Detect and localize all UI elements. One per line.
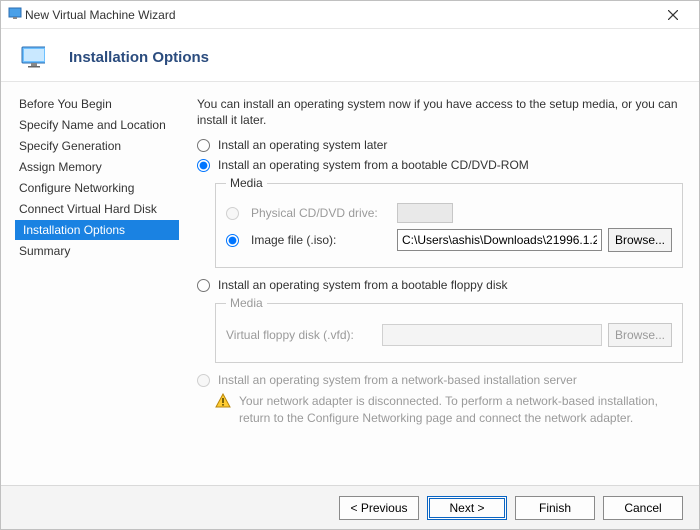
- network-warning-text: Your network adapter is disconnected. To…: [239, 393, 683, 425]
- wizard-main: You can install an operating system now …: [187, 82, 699, 485]
- option-install-cd-dvd[interactable]: Install an operating system from a boota…: [197, 158, 683, 172]
- previous-button[interactable]: < Previous: [339, 496, 419, 520]
- radio-install-later[interactable]: [197, 139, 210, 152]
- floppy-label: Virtual floppy disk (.vfd):: [226, 328, 376, 342]
- wizard-footer: < Previous Next > Finish Cancel: [1, 485, 699, 529]
- option-install-later[interactable]: Install an operating system later: [197, 138, 683, 152]
- radio-install-floppy[interactable]: [197, 279, 210, 292]
- step-installation-options[interactable]: Installation Options: [15, 220, 179, 240]
- step-specify-name-location[interactable]: Specify Name and Location: [15, 115, 179, 135]
- media-cd-dvd-group: Media Physical CD/DVD drive: Image file …: [215, 176, 683, 268]
- option-install-later-label: Install an operating system later: [218, 138, 387, 152]
- option-install-cd-dvd-label: Install an operating system from a boota…: [218, 158, 529, 172]
- step-connect-virtual-hard-disk[interactable]: Connect Virtual Hard Disk: [15, 199, 179, 219]
- intro-text: You can install an operating system now …: [197, 96, 683, 128]
- monitor-icon: [21, 47, 45, 67]
- image-file-path-input[interactable]: [397, 229, 602, 251]
- wizard-body: Before You Begin Specify Name and Locati…: [1, 81, 699, 485]
- radio-install-network: [197, 374, 210, 387]
- physical-drive-label: Physical CD/DVD drive:: [251, 206, 391, 220]
- option-install-network-label: Install an operating system from a netwo…: [218, 373, 577, 387]
- window-title: New Virtual Machine Wizard: [23, 8, 653, 22]
- step-summary[interactable]: Summary: [15, 241, 179, 261]
- wizard-steps-sidebar: Before You Begin Specify Name and Locati…: [1, 82, 187, 485]
- media-legend: Media: [226, 176, 267, 190]
- cancel-button[interactable]: Cancel: [603, 496, 683, 520]
- warning-icon: [215, 393, 231, 409]
- option-install-network: Install an operating system from a netwo…: [197, 373, 683, 387]
- browse-iso-button[interactable]: Browse...: [608, 228, 672, 252]
- option-install-floppy-label: Install an operating system from a boota…: [218, 278, 508, 292]
- close-button[interactable]: [653, 5, 693, 25]
- image-file-label: Image file (.iso):: [251, 233, 391, 247]
- wizard-window: New Virtual Machine Wizard Installation …: [0, 0, 700, 530]
- close-icon: [668, 10, 678, 20]
- next-button[interactable]: Next >: [427, 496, 507, 520]
- media-floppy-legend: Media: [226, 296, 267, 310]
- step-specify-generation[interactable]: Specify Generation: [15, 136, 179, 156]
- floppy-path-input: [382, 324, 602, 346]
- step-configure-networking[interactable]: Configure Networking: [15, 178, 179, 198]
- option-install-floppy[interactable]: Install an operating system from a boota…: [197, 278, 683, 292]
- titlebar: New Virtual Machine Wizard: [1, 1, 699, 29]
- finish-button[interactable]: Finish: [515, 496, 595, 520]
- radio-install-cd-dvd[interactable]: [197, 159, 210, 172]
- step-before-you-begin[interactable]: Before You Begin: [15, 94, 179, 114]
- network-warning: Your network adapter is disconnected. To…: [215, 393, 683, 425]
- media-floppy-group: Media Virtual floppy disk (.vfd): Browse…: [215, 296, 683, 363]
- app-icon: [7, 5, 23, 24]
- radio-image-file[interactable]: [226, 234, 239, 247]
- page-title: Installation Options: [69, 49, 209, 66]
- radio-physical-drive: [226, 207, 239, 220]
- browse-floppy-button: Browse...: [608, 323, 672, 347]
- wizard-header: Installation Options: [1, 29, 699, 81]
- physical-drive-combo: [397, 203, 453, 223]
- step-assign-memory[interactable]: Assign Memory: [15, 157, 179, 177]
